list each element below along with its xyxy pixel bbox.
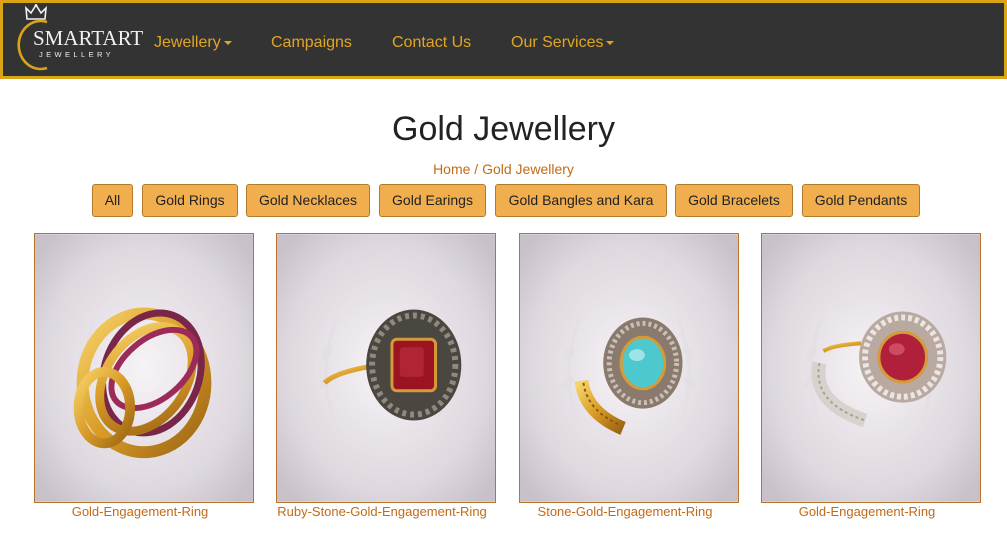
ring-image	[35, 234, 253, 502]
breadcrumb: Home / Gold Jewellery	[0, 161, 1007, 177]
caret-down-icon	[606, 40, 615, 45]
product-image[interactable]	[276, 233, 496, 503]
caret-down-icon	[223, 40, 232, 45]
nav-contact-us-label: Contact Us	[392, 34, 472, 51]
breadcrumb-home-link[interactable]: Home	[433, 161, 470, 177]
filter-gold-necklaces[interactable]: Gold Necklaces	[246, 184, 370, 217]
filter-gold-bangles-and-kara[interactable]: Gold Bangles and Kara	[495, 184, 667, 217]
brand-name: SMARTART	[33, 26, 144, 50]
product-image[interactable]	[34, 233, 254, 503]
filter-gold-earings[interactable]: Gold Earings	[379, 184, 486, 217]
filter-gold-pendants[interactable]: Gold Pendants	[802, 184, 920, 217]
brand-subtitle: JEWELLERY	[39, 50, 115, 59]
nav-campaigns[interactable]: Campaigns	[271, 34, 352, 52]
logo[interactable]: SMARTART JEWELLERY	[11, 3, 144, 75]
ring-image	[762, 234, 980, 502]
nav-our-services[interactable]: Our Services	[511, 34, 615, 52]
nav-jewellery[interactable]: Jewellery	[154, 34, 232, 52]
breadcrumb-current[interactable]: Gold Jewellery	[482, 161, 574, 177]
nav-contact-us[interactable]: Contact Us	[392, 34, 471, 52]
ring-image	[277, 234, 495, 502]
product-caption[interactable]: Gold-Engagement-Ring	[20, 504, 260, 519]
page-title: Gold Jewellery	[392, 110, 615, 148]
breadcrumb-separator: /	[470, 161, 483, 177]
product-image[interactable]	[519, 233, 739, 503]
filter-all[interactable]: All	[92, 184, 133, 217]
product-image[interactable]	[761, 233, 981, 503]
nav-campaigns-label: Campaigns	[271, 34, 352, 51]
nav-our-services-label: Our Services	[511, 34, 604, 51]
filter-gold-bracelets[interactable]: Gold Bracelets	[675, 184, 793, 217]
product-caption[interactable]: Gold-Engagement-Ring	[747, 504, 987, 519]
navbar: SMARTART JEWELLERY Jewellery Campaigns C…	[0, 0, 1007, 79]
nav-jewellery-label: Jewellery	[154, 34, 221, 51]
filter-gold-rings[interactable]: Gold Rings	[142, 184, 238, 217]
product-caption[interactable]: Ruby-Stone-Gold-Engagement-Ring	[262, 504, 502, 519]
ring-image	[520, 234, 738, 502]
product-caption[interactable]: Stone-Gold-Engagement-Ring	[505, 504, 745, 519]
